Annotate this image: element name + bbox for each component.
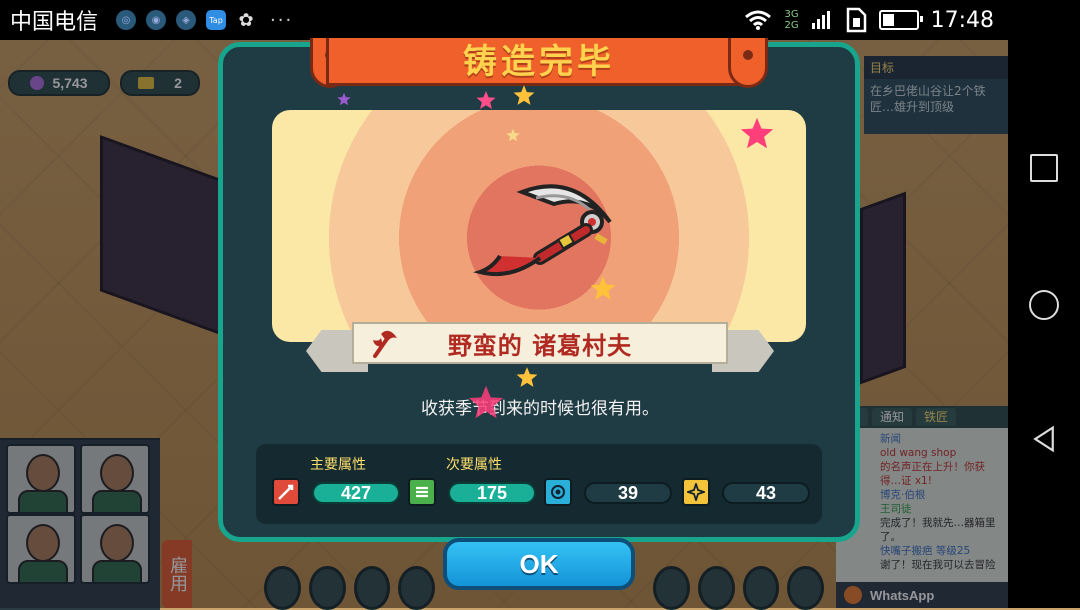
sim-icon	[846, 7, 866, 33]
sparkle-star-icon	[740, 117, 774, 149]
item-flavor-text: 收获季节到来的时候也很有用。	[421, 399, 659, 419]
sparkle-star-icon	[590, 276, 616, 300]
home-button[interactable]	[1029, 290, 1059, 320]
item-name-ribbon: 野蛮的 诸葛村夫	[306, 320, 774, 374]
stat3-value: 39	[584, 482, 672, 504]
wechat-icon: ✿	[238, 9, 254, 31]
ok-button[interactable]: OK	[443, 538, 635, 590]
attack-value: 427	[312, 482, 400, 504]
app-notification-icon: ◉	[146, 10, 167, 30]
item-name: 野蛮的 诸葛村夫	[447, 331, 633, 360]
sparkle-star-icon	[506, 128, 520, 142]
sparkle-star-icon	[468, 385, 504, 419]
sparkle-star-icon	[513, 85, 535, 105]
target-icon	[544, 478, 572, 506]
back-button[interactable]	[1030, 425, 1058, 453]
more-notifications-icon: ···	[270, 9, 294, 31]
battery-icon	[878, 10, 923, 30]
taptap-icon: Tap	[206, 10, 227, 30]
app-notification-icon: ◎	[116, 10, 137, 30]
primary-stat-label: 主要属性	[310, 457, 366, 473]
dialog-title: 铸造完毕	[463, 42, 615, 82]
scythe-icon	[473, 184, 612, 277]
list-icon	[408, 478, 436, 506]
sparkle-star-icon	[476, 91, 496, 109]
item-stats-panel: 主要属性 次要属性 427 175 39 43	[256, 444, 822, 524]
sparkle-star-icon	[516, 367, 538, 387]
app-notification-icon: ◈	[176, 10, 197, 30]
title-banner: 铸造完毕	[304, 38, 774, 94]
navigation-bar	[1008, 0, 1080, 608]
signal-icon	[811, 11, 830, 29]
star-burst-icon	[682, 478, 710, 506]
secondary-value: 175	[448, 482, 536, 504]
clock: 17:48	[930, 7, 994, 33]
network-2g-label: 2G	[784, 20, 799, 31]
carrier-label: 中国电信	[10, 10, 99, 35]
secondary-stat-label: 次要属性	[446, 457, 502, 473]
sparkle-star-icon	[337, 92, 351, 106]
wifi-icon	[745, 10, 772, 30]
axe-icon	[364, 324, 404, 362]
sword-icon	[272, 478, 300, 506]
network-3g-label: 3G	[784, 9, 799, 20]
recent-apps-button[interactable]	[1030, 154, 1058, 182]
notification-icons: ◎ ◉ ◈ Tap ✿ ···	[116, 10, 293, 31]
stat4-value: 43	[722, 482, 810, 504]
